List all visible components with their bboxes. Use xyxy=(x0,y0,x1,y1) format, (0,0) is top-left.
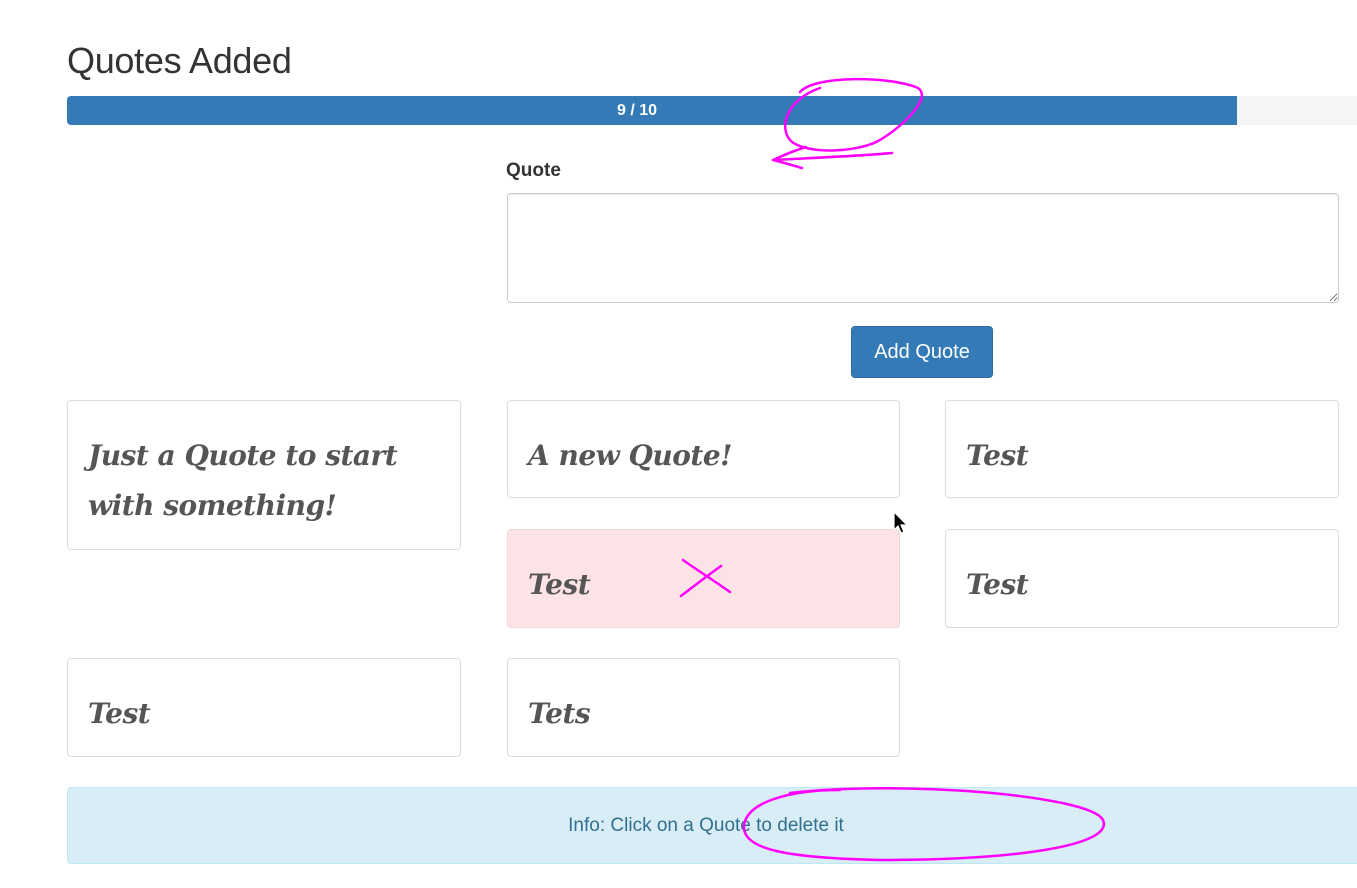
quote-text: A new Quote! xyxy=(528,439,732,472)
arrow-annotation xyxy=(771,145,894,170)
progress-bar: 9 / 10 xyxy=(67,96,1357,125)
quote-text: Test xyxy=(528,568,591,601)
info-text: Info: Click on a Quote to delete it xyxy=(568,814,844,836)
mouse-cursor-icon xyxy=(893,511,909,534)
progress-fill: 9 / 10 xyxy=(67,96,1237,125)
quote-card[interactable]: Test xyxy=(945,400,1339,498)
quote-text: Test xyxy=(88,697,151,730)
quote-text: Tets xyxy=(528,697,591,730)
progress-label: 9 / 10 xyxy=(616,101,658,119)
quote-card[interactable]: Tets xyxy=(507,658,900,757)
page-title: Quotes Added xyxy=(67,40,292,81)
quote-card[interactable]: Test xyxy=(945,529,1339,628)
quote-label: Quote xyxy=(506,160,561,181)
info-alert: Info: Click on a Quote to delete it xyxy=(67,787,1357,864)
quote-text: Test xyxy=(966,439,1029,472)
quote-card[interactable]: A new Quote! xyxy=(507,400,900,498)
quote-card[interactable]: Test xyxy=(67,658,461,757)
add-quote-button[interactable]: Add Quote xyxy=(851,326,993,378)
quote-card[interactable]: Just a Quote to start with something! xyxy=(67,400,461,550)
quote-card-hovered[interactable]: Test xyxy=(507,529,900,628)
quote-input[interactable] xyxy=(507,193,1339,303)
quote-text: Just a Quote to start with something! xyxy=(88,439,398,522)
page: Quotes Added 9 / 10 Quote Add Quote Just… xyxy=(0,0,1357,888)
quote-text: Test xyxy=(966,568,1029,601)
